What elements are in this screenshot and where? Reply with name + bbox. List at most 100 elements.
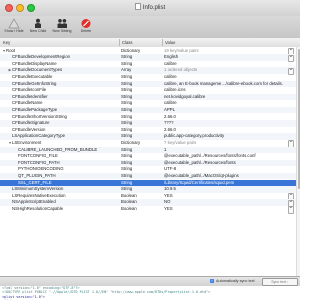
key-cell[interactable]: CFBundleIconFile xyxy=(0,87,126,94)
key-cell[interactable]: CFBundleDisplayName xyxy=(0,61,126,68)
table-row[interactable]: CFBundlePackageType String APPL xyxy=(0,106,296,114)
type-cell[interactable]: String xyxy=(121,186,163,193)
table-row[interactable]: PYTHONIOENCODING String UTF-8 xyxy=(0,166,296,173)
type-cell[interactable]: String xyxy=(121,54,163,61)
value-cell[interactable]: calibre.icns xyxy=(164,87,294,94)
type-cell[interactable]: String xyxy=(121,120,163,127)
key-cell[interactable]: CFBundleSignature xyxy=(0,120,126,127)
type-cell[interactable]: String xyxy=(121,107,163,114)
key-cell[interactable]: FONTCONFIG_FILE xyxy=(0,153,132,160)
key-cell[interactable]: ▼Root xyxy=(0,48,120,55)
value-cell[interactable]: NO xyxy=(164,199,294,206)
value-cell[interactable]: 1 ordered objects xyxy=(164,67,294,74)
table-row[interactable]: CFBundleIdentifier String net.kovidgoyal.c… xyxy=(0,93,296,101)
value-cell[interactable]: 10.9.5 xyxy=(164,186,294,193)
table-row[interactable]: CFBundleVersion String 2.66.0 xyxy=(0,127,296,134)
xml-text-view[interactable]: <?xml version="1.0" encoding="UTF-8"?> <!… xyxy=(0,286,300,300)
key-cell[interactable]: NSAppleScriptEnabled xyxy=(0,199,126,206)
table-row[interactable]: NSHighResolutionCapable Boolean YES ▴▾ xyxy=(0,206,296,214)
type-cell[interactable]: String xyxy=(121,61,163,68)
table-row[interactable]: CALIBRE_LAUNCHED_FROM_BUNDLE String 1 xyxy=(0,146,296,154)
table-row[interactable]: CFBundleDevelopmentRegion String English ▴▾ xyxy=(0,54,296,62)
table-row[interactable]: ▼Root Dictionary 19 key/value pairs ▴▾ xyxy=(0,48,296,56)
show-hide-button[interactable]: Show / Hide xyxy=(2,17,26,33)
type-cell[interactable]: String xyxy=(121,94,163,101)
type-cell[interactable]: String xyxy=(121,114,163,121)
new-child-button[interactable]: New Child xyxy=(26,17,50,33)
table-row[interactable]: CFBundleDisplayName String calibre xyxy=(0,61,296,68)
table-row[interactable]: LSApplicationCategoryType String public.ap… xyxy=(0,133,296,140)
key-cell[interactable]: CFBundleExecutable xyxy=(0,74,126,81)
type-cell[interactable]: String xyxy=(121,153,163,160)
value-cell[interactable]: public.app-category.productivity xyxy=(164,133,294,140)
column-divider[interactable] xyxy=(119,39,120,46)
value-cell[interactable]: calibre xyxy=(164,74,294,81)
key-cell[interactable]: NSHighResolutionCapable xyxy=(0,206,126,213)
type-cell[interactable]: Dictionary xyxy=(121,140,163,147)
table-row[interactable]: ▼LSEnvironment Dictionary 7 key/value pair… xyxy=(0,140,296,148)
table-row[interactable]: LSMinimumSystemVersion String 10.9.5 xyxy=(0,186,296,193)
table-row[interactable]: CFBundleSignature String???? xyxy=(0,120,296,127)
table-row[interactable]: CFBundleExecutable String calibre xyxy=(0,74,296,81)
type-cell[interactable]: Boolean xyxy=(121,206,163,213)
new-sibling-button[interactable]: New Sibling xyxy=(50,17,74,33)
key-cell[interactable]: ▶CFBundleDocumentTypes xyxy=(0,67,126,74)
key-cell[interactable]: SSL_CERT_FILE xyxy=(0,180,132,187)
value-cell[interactable]: 7 key/value pairs xyxy=(164,140,294,147)
vertical-scrollbar[interactable] xyxy=(296,47,300,276)
key-cell[interactable]: CFBundleGetInfoString xyxy=(0,81,126,88)
table-row[interactable]: NSAppleScriptEnabled Boolean NO ▴▾ xyxy=(0,199,296,208)
key-cell[interactable]: LSRequiresNativeExecution xyxy=(0,193,126,200)
value-cell[interactable]: 19 key/value pairs xyxy=(164,48,294,55)
type-cell[interactable]: String xyxy=(121,74,163,81)
value-cell[interactable]: @executable_path/../Resources/fonts/font… xyxy=(164,153,294,160)
column-header-value[interactable]: Value xyxy=(165,40,175,45)
column-header-key[interactable]: Key xyxy=(3,40,10,45)
table-row[interactable]: CFBundleName String calibre xyxy=(0,100,296,107)
table-row[interactable]: CFBundleShortVersionString String 2.66.0 xyxy=(0,114,296,121)
key-cell[interactable]: PYTHONIOENCODING xyxy=(0,166,132,173)
type-cell[interactable]: String xyxy=(121,180,163,187)
table-row[interactable]: SSL_CERT_FILE String/Library/Squid/Certif… xyxy=(0,179,296,187)
type-cell[interactable]: String xyxy=(121,100,163,107)
key-cell[interactable]: CALIBRE_LAUNCHED_FROM_BUNDLE xyxy=(0,147,132,154)
value-cell[interactable]: calibre xyxy=(164,61,294,68)
autosync-checkbox[interactable]: ✓ xyxy=(210,279,214,283)
table-row[interactable]: ▶CFBundleDocumentTypes Array 1 ordered obj… xyxy=(0,67,296,76)
key-cell[interactable]: CFBundleShortVersionString xyxy=(0,114,126,121)
key-cell[interactable]: QT_PLUGIN_PATH xyxy=(0,173,132,180)
value-cell[interactable]: @executable_path/../Resources/fonts xyxy=(164,160,294,167)
table-row[interactable]: CFBundleIconFile String calibre.icns xyxy=(0,87,296,94)
type-cell[interactable]: String xyxy=(121,133,163,140)
value-cell[interactable]: /Library/Squid/Certificates/squid.pem xyxy=(164,180,294,187)
key-cell[interactable]: FONTCONFIG_PATH xyxy=(0,160,132,167)
key-cell[interactable]: LSMinimumSystemVersion xyxy=(0,186,126,193)
table-row[interactable]: QT_PLUGIN_PATH String @executable_path/../… xyxy=(0,172,296,180)
value-stepper-icon[interactable]: ▴▾ xyxy=(288,206,294,214)
key-cell[interactable]: CFBundleVersion xyxy=(0,127,126,134)
value-cell[interactable]: 1 xyxy=(164,147,294,154)
value-cell[interactable]: YES xyxy=(164,206,294,213)
value-cell[interactable]: calibre xyxy=(164,100,294,107)
key-cell[interactable]: ▼LSEnvironment xyxy=(0,140,126,147)
value-cell[interactable]: English xyxy=(164,54,294,61)
type-cell[interactable]: Boolean xyxy=(121,199,163,206)
delete-button[interactable]: Delete xyxy=(74,17,98,33)
type-cell[interactable]: String xyxy=(121,160,163,167)
value-cell[interactable]: 2.66.0 xyxy=(164,114,294,121)
type-cell[interactable]: Boolean xyxy=(121,193,163,200)
table-row[interactable]: FONTCONFIG_FILE String @executable_path/..… xyxy=(0,153,296,160)
table-row[interactable]: CFBundleGetInfoString String calibre, an E… xyxy=(0,80,296,88)
sync-text-button[interactable]: Sync text ↑ xyxy=(262,278,298,286)
type-cell[interactable]: Array xyxy=(121,67,163,74)
value-cell[interactable]: @executable_path/../MacOS/qt-plugins xyxy=(164,173,294,180)
key-cell[interactable]: LSApplicationCategoryType xyxy=(0,133,126,140)
type-cell[interactable]: Dictionary xyxy=(121,48,163,55)
column-header-type[interactable]: Class xyxy=(122,40,132,45)
table-row[interactable]: LSRequiresNativeExecution Boolean YES ▴▾ xyxy=(0,193,296,201)
value-cell[interactable]: net.kovidgoyal.calibre xyxy=(164,94,294,101)
key-cell[interactable]: CFBundleDevelopmentRegion xyxy=(0,54,126,61)
type-cell[interactable]: String xyxy=(121,87,163,94)
value-cell[interactable]: YES xyxy=(164,193,294,200)
value-cell[interactable]: UTF-8 xyxy=(164,166,294,173)
